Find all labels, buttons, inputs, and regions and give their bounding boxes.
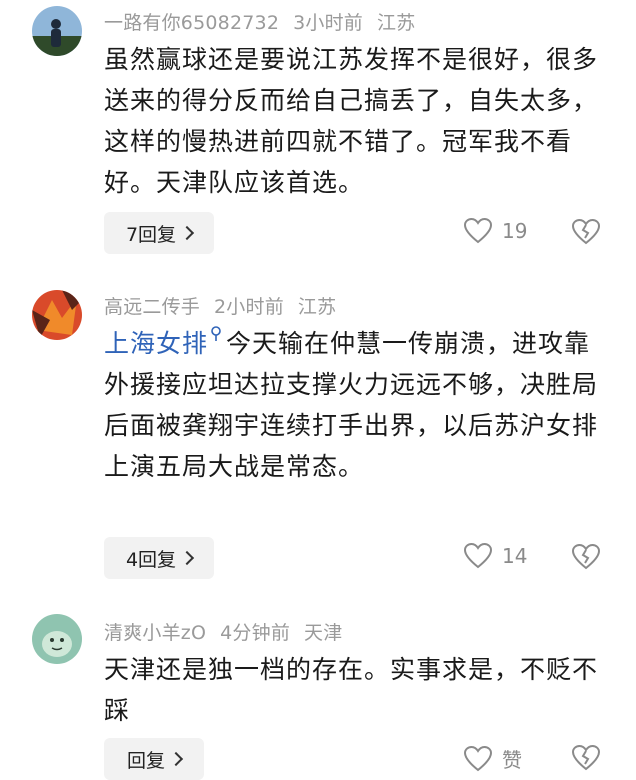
broken-heart-icon [571,543,601,570]
view-replies-button[interactable]: 回复 [104,738,204,780]
comment-meta: 高远二传手 2小时前 江苏 [104,292,350,319]
location: 江苏 [297,296,337,318]
reply-count-label: 4回复 [125,548,177,571]
broken-heart-icon [571,218,601,245]
reply-count-label: 回复 [126,749,165,772]
like-count: 14 [502,544,528,568]
timestamp: 4分钟前 [220,622,291,644]
user-avatar[interactable] [32,614,82,664]
view-replies-button[interactable]: 7回复 [104,212,214,254]
dislike-button[interactable] [571,218,601,249]
like-count: 19 [502,219,528,243]
comment-text: 上海女排 今天输在仲慧一传崩溃，进攻靠外援接应坦达拉支撑火力远远不够，决胜局后面被… [104,323,604,487]
timestamp: 3小时前 [293,12,363,34]
heart-outline-icon [464,745,492,771]
username[interactable]: 清爽小羊zO [104,622,206,644]
dislike-button[interactable] [571,744,601,775]
dislike-button[interactable] [571,543,601,574]
location: 天津 [304,622,343,644]
broken-heart-icon [571,744,601,771]
topic-link-label: 上海女排 [104,329,209,358]
comment-meta: 清爽小羊zO 4分钟前 天津 [104,618,356,645]
user-avatar[interactable] [32,290,82,340]
chevron-right-icon [179,225,195,241]
comment-text: 虽然赢球还是要说江苏发挥不是很好，很多送来的得分反而给自己搞丢了，自失太多，这样… [104,45,599,197]
like-count: 赞 [502,748,522,772]
timestamp: 2小时前 [214,296,284,318]
username[interactable]: 高远二传手 [104,296,200,318]
reply-count-label: 7回复 [125,223,177,246]
like-button[interactable]: 14 [464,543,527,569]
username[interactable]: 一路有你65082732 [104,12,279,34]
user-avatar[interactable] [32,6,82,56]
chevron-right-icon [168,751,184,767]
location: 江苏 [377,12,416,34]
topic-link[interactable]: 上海女排 [104,326,226,358]
chevron-right-icon [179,550,195,566]
like-button[interactable]: 赞 [464,744,522,773]
heart-outline-icon [464,218,492,244]
view-replies-button[interactable]: 4回复 [104,537,214,579]
search-icon [211,326,221,341]
comment-text: 天津还是独一档的存在。实事求是，不贬不踩 [104,655,599,725]
comment-meta: 一路有你65082732 3小时前 江苏 [104,8,429,35]
like-button[interactable]: 19 [464,218,527,244]
heart-outline-icon [464,543,492,569]
